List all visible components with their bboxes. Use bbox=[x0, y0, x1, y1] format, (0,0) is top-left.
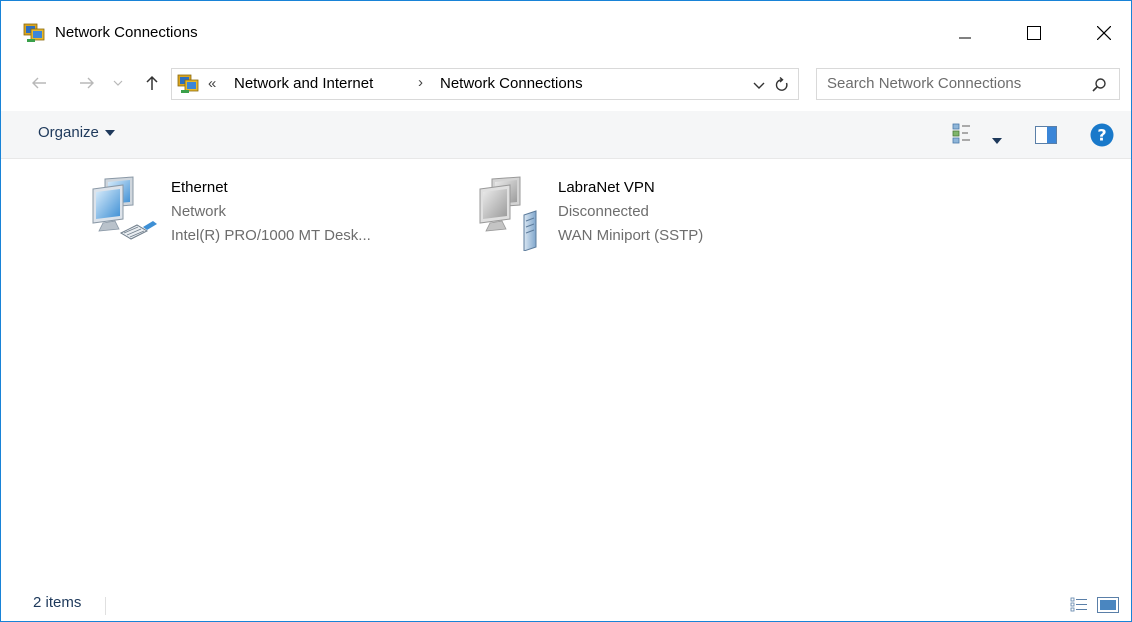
refresh-icon bbox=[775, 76, 788, 91]
close-button[interactable] bbox=[1081, 11, 1127, 55]
search-box[interactable]: Search Network Connections bbox=[816, 68, 1120, 100]
back-button[interactable] bbox=[28, 72, 50, 94]
change-view-button[interactable] bbox=[952, 123, 972, 149]
view-options-icon bbox=[952, 123, 970, 144]
item-count: 2 items bbox=[33, 594, 82, 611]
vpn-connection-icon bbox=[468, 175, 548, 252]
address-dropdown-button[interactable] bbox=[750, 76, 768, 94]
large-icons-view-icon bbox=[1097, 597, 1119, 613]
close-icon bbox=[1097, 26, 1111, 40]
dropdown-arrow-icon bbox=[992, 138, 1002, 144]
organize-button[interactable]: Organize bbox=[38, 124, 115, 141]
dropdown-arrow-icon bbox=[104, 129, 115, 136]
forward-button[interactable] bbox=[76, 72, 98, 94]
connection-device: WAN Miniport (SSTP) bbox=[558, 227, 704, 244]
search-icon[interactable] bbox=[1091, 77, 1107, 97]
navigation-bar: « Network and Internet › Network Connect… bbox=[1, 63, 1131, 105]
maximize-icon bbox=[1027, 26, 1041, 40]
connection-status: Network bbox=[171, 203, 227, 220]
address-bar[interactable]: « Network and Internet › Network Connect… bbox=[171, 68, 799, 100]
connection-item-ethernet[interactable]: Ethernet Network Intel(R) PRO/1000 MT De… bbox=[81, 175, 411, 255]
connection-item-labranet-vpn[interactable]: LabraNet VPN Disconnected WAN Miniport (… bbox=[468, 175, 768, 255]
window-title: Network Connections bbox=[55, 24, 198, 41]
connection-details: Ethernet Network Intel(R) PRO/1000 MT De… bbox=[171, 175, 371, 249]
large-icons-view-button[interactable] bbox=[1097, 597, 1119, 617]
forward-arrow-icon bbox=[80, 77, 94, 89]
status-divider bbox=[105, 597, 106, 615]
help-button[interactable]: ? bbox=[1090, 123, 1114, 151]
up-button[interactable] bbox=[141, 72, 163, 94]
network-connections-window: Network Connections « Network and Intern… bbox=[0, 0, 1132, 622]
minimize-icon bbox=[959, 37, 971, 39]
connection-device: Intel(R) PRO/1000 MT Desk... bbox=[171, 227, 371, 244]
status-bar: 2 items bbox=[1, 591, 1131, 621]
breadcrumb-overflow-button[interactable]: « bbox=[208, 75, 216, 92]
details-view-icon bbox=[1070, 597, 1087, 612]
organize-label: Organize bbox=[38, 124, 99, 141]
help-icon: ? bbox=[1090, 123, 1114, 147]
recent-locations-button[interactable] bbox=[111, 72, 125, 94]
details-view-button[interactable] bbox=[1070, 597, 1088, 617]
search-input[interactable]: Search Network Connections bbox=[827, 75, 1021, 92]
connection-details: LabraNet VPN Disconnected WAN Miniport (… bbox=[558, 175, 703, 249]
recent-locations-chevron-icon bbox=[113, 80, 123, 86]
connections-list: Ethernet Network Intel(R) PRO/1000 MT De… bbox=[1, 159, 1131, 579]
connection-status: Disconnected bbox=[558, 203, 649, 220]
preview-pane-icon bbox=[1035, 126, 1057, 144]
breadcrumb-network-connections[interactable]: Network Connections bbox=[440, 75, 583, 92]
network-connections-icon bbox=[23, 23, 45, 43]
view-dropdown-button[interactable] bbox=[992, 131, 1002, 148]
minimize-button[interactable] bbox=[942, 11, 988, 55]
up-arrow-icon bbox=[146, 75, 158, 90]
svg-text:?: ? bbox=[1097, 126, 1106, 145]
breadcrumb-network-and-internet[interactable]: Network and Internet bbox=[234, 75, 373, 92]
connection-name: Ethernet bbox=[171, 179, 228, 196]
breadcrumb-separator[interactable]: › bbox=[418, 74, 423, 91]
network-connections-icon bbox=[177, 74, 199, 94]
chevron-down-icon bbox=[753, 82, 765, 89]
maximize-button[interactable] bbox=[1011, 11, 1057, 55]
ethernet-connection-icon bbox=[81, 175, 161, 251]
back-arrow-icon bbox=[32, 77, 46, 89]
command-bar: Organize ? bbox=[1, 111, 1131, 159]
title-bar[interactable]: Network Connections bbox=[1, 1, 1131, 55]
refresh-button[interactable] bbox=[772, 75, 792, 95]
connection-name: LabraNet VPN bbox=[558, 179, 655, 196]
preview-pane-button[interactable] bbox=[1035, 126, 1057, 148]
